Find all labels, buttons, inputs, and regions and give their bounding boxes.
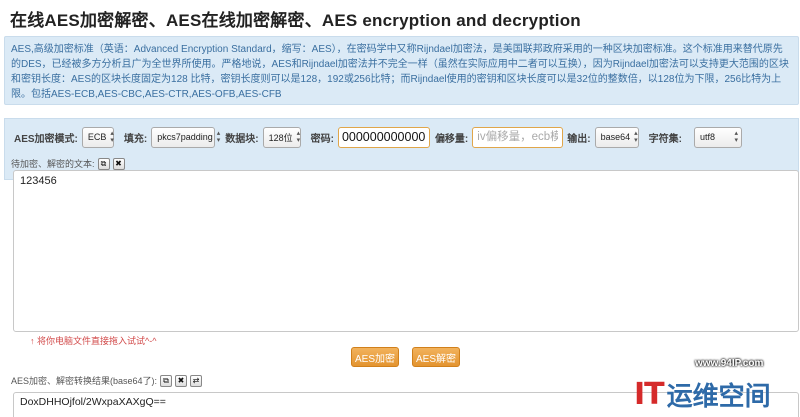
iv-input[interactable] [472, 126, 564, 148]
block-select[interactable]: 128位 ▴ ▾ [262, 126, 301, 148]
charset-select-value: utf8 [699, 132, 715, 142]
select-arrow-icon: ▴ ▾ [216, 130, 221, 144]
password-label: 密码: [310, 133, 334, 145]
decrypt-button[interactable]: AES解密 [412, 347, 460, 367]
block-label: 数据块: [225, 133, 259, 145]
charset-select[interactable]: utf8 ▴ ▾ [693, 126, 742, 148]
output-select-value: base64 [600, 132, 631, 142]
padding-select-value: pkcs7padding [157, 132, 213, 142]
watermark-logo-text: 运维空间 [666, 382, 771, 412]
info-box: AES,高级加密标准（英语：Advanced Encryption Standa… [4, 36, 799, 105]
result-label: AES加密、解密转换结果(base64了): [11, 376, 158, 386]
source-label-row: 待加密、解密的文本: ⧉ ✖ [11, 157, 125, 170]
encrypt-button[interactable]: AES加密 [351, 347, 399, 367]
copy-icon[interactable]: ⧉ [160, 374, 173, 387]
block-select-value: 128位 [268, 132, 293, 143]
watermark-url: www.94IP.com [695, 358, 764, 369]
iv-label: 偏移量: [434, 133, 469, 145]
result-label-row: AES加密、解密转换结果(base64了): ⧉ ✖ ⇄ [11, 374, 203, 387]
select-arrow-icon: ▴ ▾ [634, 130, 638, 144]
copy-icon[interactable]: ⧉ [97, 157, 110, 170]
clear-icon[interactable]: ✖ [175, 374, 188, 387]
mode-select[interactable]: ECB ▴ ▾ [81, 126, 114, 148]
charset-label: 字符集: [648, 133, 682, 145]
select-arrow-icon: ▴ ▾ [734, 130, 738, 144]
select-arrow-icon: ▴ ▾ [296, 130, 301, 144]
swap-icon[interactable]: ⇄ [190, 374, 203, 387]
output-label: 输出: [567, 133, 591, 145]
watermark-logo: IT 运维空间 [634, 372, 800, 417]
select-arrow-icon: ▴ ▾ [110, 130, 114, 144]
settings-row: AES加密模式: ECB ▴ ▾ 填充: pkcs7padding ▴ ▾ 数据块:… [14, 125, 742, 149]
source-label: 待加密、解密的文本: [11, 159, 95, 169]
watermark-logo-it: IT [634, 377, 665, 412]
password-input[interactable] [337, 126, 430, 148]
mode-label: AES加密模式: [14, 133, 78, 145]
drag-hint: ↑ 将你电脑文件直接拖入试试^-^ [30, 336, 157, 346]
output-select[interactable]: base64 ▴ ▾ [594, 126, 639, 148]
source-textarea[interactable]: 123456 [13, 170, 799, 332]
padding-select[interactable]: pkcs7padding ▴ ▾ [151, 126, 220, 148]
padding-label: 填充: [123, 133, 148, 145]
page-title: 在线AES加密解密、AES在线加密解密、AES encryption and d… [10, 11, 581, 30]
clear-icon[interactable]: ✖ [112, 157, 125, 170]
mode-select-value: ECB [87, 132, 107, 142]
